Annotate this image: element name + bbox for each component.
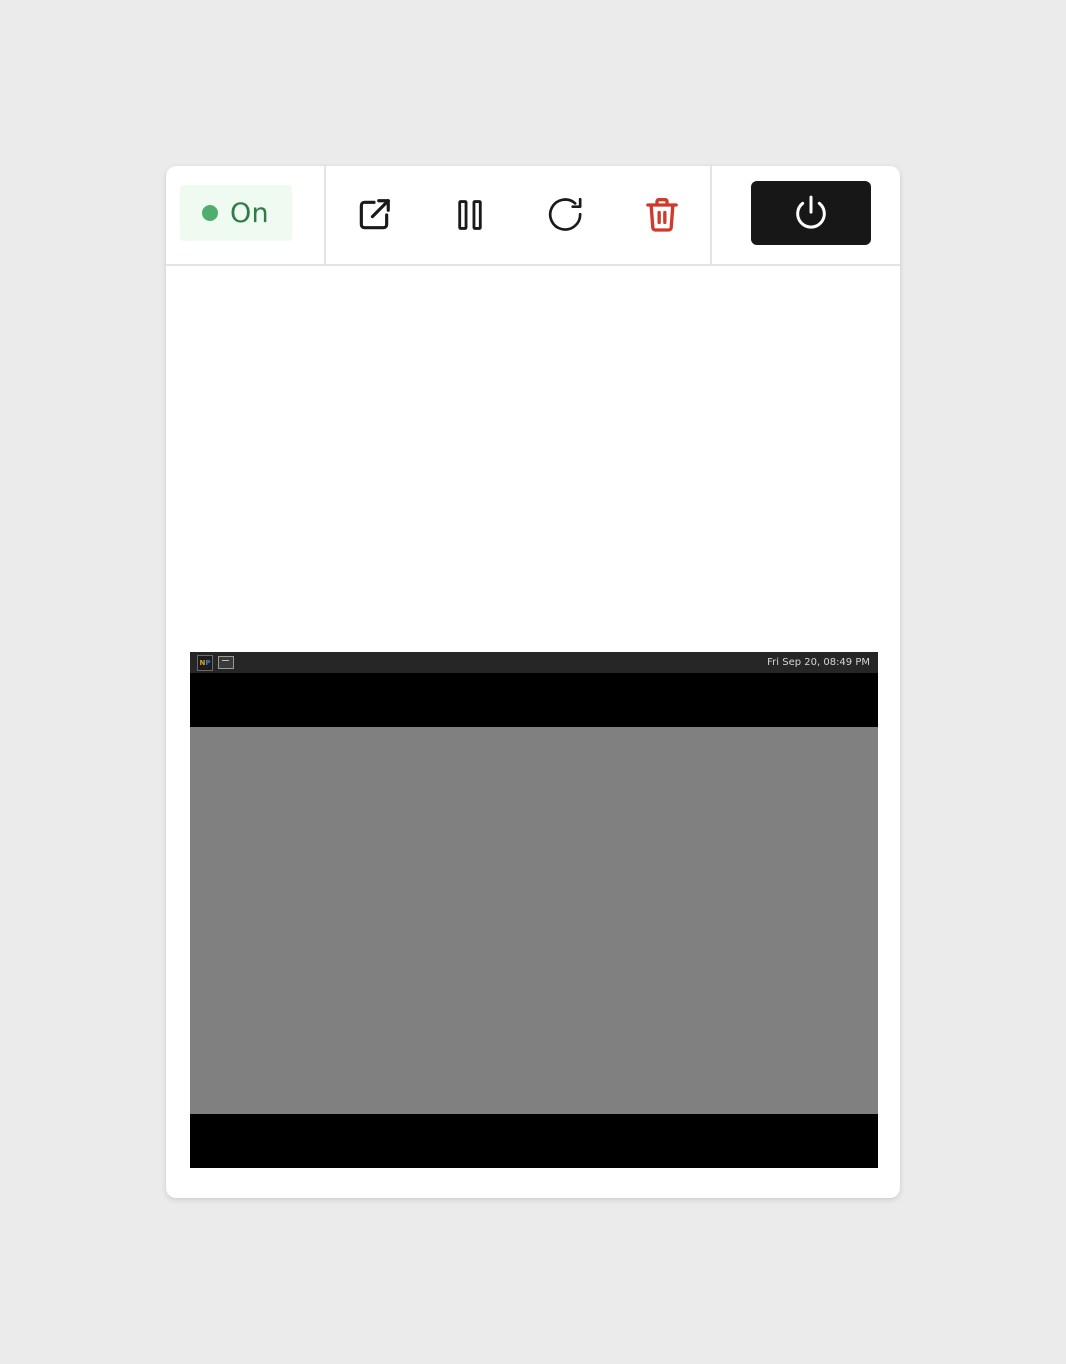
open-external-button[interactable] [352,193,396,237]
power-section [712,166,900,264]
power-button[interactable] [751,181,871,245]
refresh-icon [548,197,582,231]
toolbar: On [166,166,900,266]
remote-screen[interactable]: NP Fri Sep 20, 08:49 PM [190,652,878,1168]
taskbar-clock: Fri Sep 20, 08:49 PM [767,657,870,668]
status-section: On [166,166,326,264]
remote-taskbar: NP Fri Sep 20, 08:49 PM [190,652,878,673]
terminal-icon[interactable] [218,656,234,669]
power-icon [796,195,826,229]
status-label: On [230,197,269,229]
vm-card: On NP Fri Sep 20, 08:49 PM [166,166,900,1198]
trash-icon [646,198,678,232]
remote-desktop[interactable] [190,727,878,1114]
actions-section [326,166,712,264]
status-dot-icon [202,205,218,221]
delete-button[interactable] [640,193,684,237]
pause-button[interactable] [448,193,492,237]
external-link-icon [359,199,390,230]
restart-button[interactable] [544,193,588,237]
pause-icon [458,200,482,230]
status-badge: On [180,185,292,241]
app-launcher-icon[interactable]: NP [197,655,213,671]
